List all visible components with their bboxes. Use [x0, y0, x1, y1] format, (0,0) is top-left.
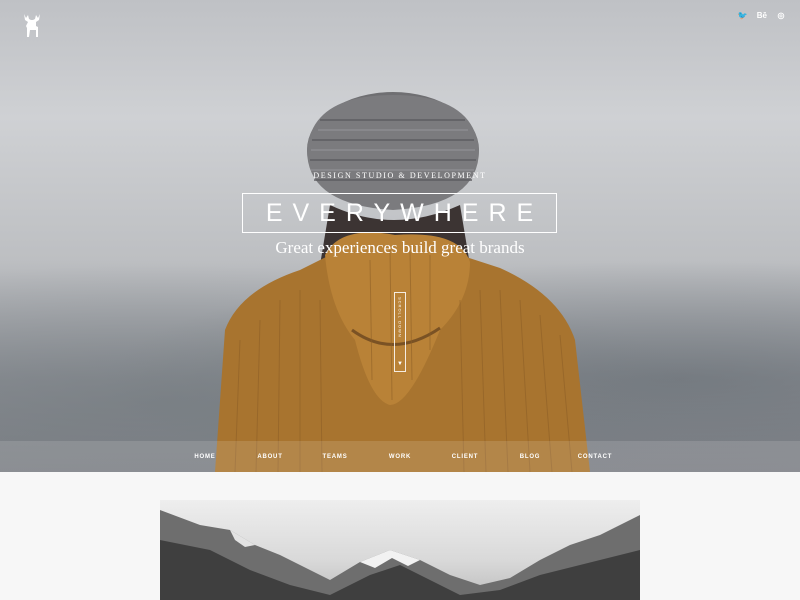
scroll-down-button[interactable]: SCROLL DOWN ▼: [394, 292, 406, 372]
hero-person-illustration: [215, 92, 590, 472]
social-links: 🐦 Bē ◎: [738, 10, 786, 22]
behance-icon[interactable]: Bē: [757, 10, 767, 22]
hero-section: 🐦 Bē ◎ DESIGN STUDIO & DEVELOPMENT EVERY…: [0, 0, 800, 472]
nav-item-work[interactable]: WORK: [368, 454, 433, 460]
nav-item-home[interactable]: HOME: [173, 454, 238, 460]
main-nav: HOME ABOUT TEAMS WORK CLIENT BLOG CONTAC…: [0, 441, 800, 472]
mountain-image: [160, 500, 640, 600]
nav-item-contact[interactable]: CONTACT: [563, 454, 628, 460]
hero-title-box: EVERYWHERE: [242, 193, 557, 233]
arrow-down-icon: ▼: [397, 361, 403, 367]
twitter-icon[interactable]: 🐦: [738, 10, 748, 22]
hero-subtitle: Great experiences build great brands: [275, 238, 525, 257]
nav-item-about[interactable]: ABOUT: [238, 454, 303, 460]
hero-title: EVERYWHERE: [265, 198, 544, 227]
nav-item-blog[interactable]: BLOG: [498, 454, 563, 460]
nav-item-teams[interactable]: TEAMS: [303, 454, 368, 460]
scroll-down-label: SCROLL DOWN: [397, 297, 403, 338]
deer-logo-icon[interactable]: [20, 12, 44, 38]
nav-item-client[interactable]: CLIENT: [433, 454, 498, 460]
dribbble-icon[interactable]: ◎: [776, 10, 786, 22]
mountain-illustration: [160, 510, 640, 600]
hero-tagline: DESIGN STUDIO & DEVELOPMENT: [313, 171, 487, 180]
